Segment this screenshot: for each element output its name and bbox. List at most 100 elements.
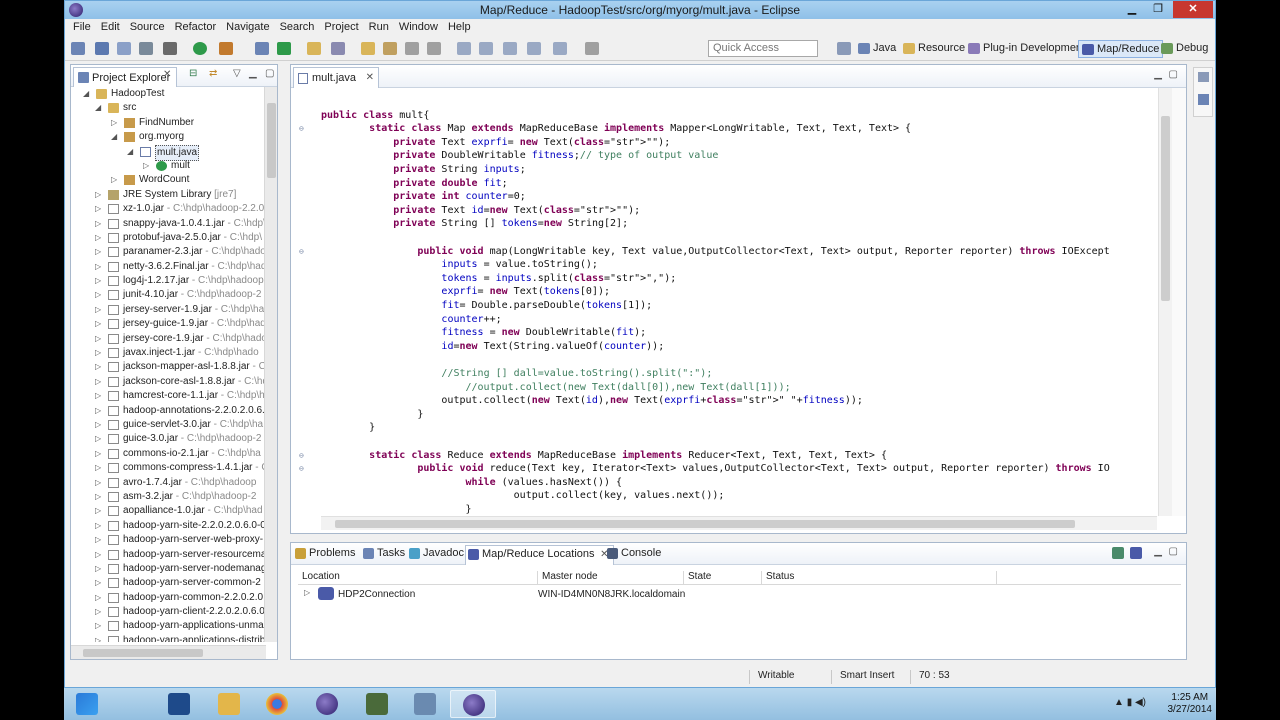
print-icon[interactable] [139, 42, 153, 55]
twisty-icon[interactable]: ▷ [95, 202, 101, 216]
minimize-view-icon[interactable]: ▁ [1154, 69, 1162, 80]
tree-item[interactable]: ▷ hadoop-annotations-2.2.0.2.0.6.0 [71, 404, 266, 418]
fold-toggle-icon[interactable]: ⊖ [299, 247, 307, 256]
tree-item[interactable]: ▷ jersey-guice-1.9.jar - C:\hdp\had [71, 317, 266, 331]
twisty-icon[interactable]: ▷ [95, 447, 101, 461]
debug-icon[interactable] [163, 42, 177, 55]
restore-icon[interactable] [1198, 72, 1209, 82]
menu-window[interactable]: Window [394, 19, 443, 37]
tree-item[interactable]: ◢ src [71, 101, 266, 115]
menu-run[interactable]: Run [364, 19, 394, 37]
twisty-icon[interactable]: ▷ [95, 432, 101, 446]
editor-horizontal-scrollbar[interactable] [321, 516, 1157, 530]
menu-file[interactable]: File [68, 19, 96, 37]
perspective-mapreduce[interactable]: Map/Reduce [1078, 40, 1164, 58]
tree-item[interactable]: ▷ hadoop-yarn-server-common-2 [71, 576, 266, 590]
quick-access-input[interactable]: Quick Access [708, 40, 818, 57]
tree-item[interactable]: ◢ mult.java [71, 144, 266, 161]
taskbar-notepad[interactable] [402, 690, 448, 718]
menu-search[interactable]: Search [275, 19, 320, 37]
tree-item[interactable]: ▷jackson-mapper-asl-1.8.8.jar - C:\ [71, 360, 266, 374]
twisty-icon[interactable]: ▷ [95, 245, 101, 259]
maximize-view-icon[interactable]: ▢ [1169, 69, 1178, 80]
new-class-icon[interactable] [277, 42, 291, 55]
collapse-all-icon[interactable]: ⊟ [189, 68, 197, 79]
save-icon[interactable] [95, 42, 109, 55]
twisty-icon[interactable]: ▷ [95, 375, 101, 389]
taskbar-app[interactable] [354, 690, 400, 718]
new-icon[interactable] [71, 42, 85, 55]
tree-item[interactable]: ▷ hadoop-yarn-server-web-proxy- [71, 533, 266, 547]
menu-source[interactable]: Source [125, 19, 170, 37]
tab-problems[interactable]: Problems [293, 547, 355, 559]
twisty-icon[interactable]: ▷ [95, 533, 101, 547]
tab-mapreduce-locations[interactable]: Map/Reduce Locations ✕ [465, 545, 614, 565]
taskbar-eclipse[interactable] [304, 690, 350, 718]
taskbar-chrome[interactable] [254, 690, 300, 718]
column-state[interactable]: State [684, 571, 762, 585]
start-button[interactable] [64, 690, 110, 718]
taskbar-explorer[interactable] [206, 690, 252, 718]
taskbar-powershell[interactable] [156, 690, 202, 718]
twisty-icon[interactable]: ▷ [95, 461, 101, 475]
scroll-thumb[interactable] [267, 103, 276, 178]
perspective-plugin-development[interactable]: Plug-in Development [965, 40, 1088, 58]
tree-item[interactable]: ▷ JRE System Library [jre7] [71, 188, 266, 202]
twisty-icon[interactable]: ◢ [95, 101, 101, 115]
open-perspective-icon[interactable] [837, 42, 851, 55]
twisty-icon[interactable]: ▷ [95, 188, 101, 202]
link-editor-icon[interactable]: ⇄ [209, 68, 217, 79]
twisty-icon[interactable]: ▷ [95, 490, 101, 504]
twisty-icon[interactable]: ▷ [95, 519, 101, 533]
minimize-view-icon[interactable]: ▁ [249, 68, 257, 79]
code-area[interactable]: public class mult{⊖ static class Map ext… [291, 88, 1157, 516]
maximize-button[interactable]: ❐ [1145, 1, 1171, 18]
search-icon[interactable] [331, 42, 345, 55]
fold-toggle-icon[interactable]: ⊖ [299, 451, 307, 460]
tree-item[interactable]: ▷ hadoop-yarn-site-2.2.0.2.0.6.0-00 [71, 519, 266, 533]
menu-help[interactable]: Help [443, 19, 476, 37]
tree-item[interactable]: ▷ log4j-1.2.17.jar - C:\hdp\hadoop [71, 274, 266, 288]
twisty-icon[interactable]: ▷ [95, 288, 101, 302]
explorer-vertical-scrollbar[interactable] [264, 87, 277, 642]
tree-item[interactable]: ◢ org.myorg [71, 130, 266, 144]
edit-icon[interactable] [383, 42, 397, 55]
minimize-view-icon[interactable]: ▁ [1154, 546, 1162, 557]
tree-item[interactable]: ▷ guice-servlet-3.0.jar - C:\hdp\ha [71, 418, 266, 432]
tree-item[interactable]: ▷ paranamer-2.3.jar - C:\hdp\hadoo [71, 245, 266, 259]
tree-item[interactable]: ▷ jackson-core-asl-1.8.8.jar - C:\hd [71, 375, 266, 389]
column-location[interactable]: Location [298, 571, 538, 585]
tab-console[interactable]: Console [605, 547, 661, 559]
twisty-icon[interactable]: ◢ [111, 130, 117, 144]
view-menu-icon[interactable]: ▽ [233, 68, 241, 79]
expand-icon[interactable]: ▷ [304, 588, 310, 597]
title-bar[interactable]: Map/Reduce - HadoopTest/src/org/myorg/mu… [65, 1, 1215, 19]
twisty-icon[interactable]: ▷ [95, 404, 101, 418]
tab-project-explorer[interactable]: Project Explorer [73, 67, 178, 87]
perspective-java[interactable]: Java [855, 40, 899, 58]
new-java-project-icon[interactable] [255, 42, 269, 55]
tree-item[interactable]: ▷ javax.inject-1.jar - C:\hdp\hado [71, 346, 266, 360]
system-tray[interactable]: ▲ ▮ ◀) [1114, 697, 1146, 708]
save-all-icon[interactable] [117, 42, 131, 55]
fold-toggle-icon[interactable]: ⊖ [299, 125, 307, 133]
back-icon[interactable] [503, 42, 517, 55]
twisty-icon[interactable]: ▷ [111, 116, 117, 130]
menu-project[interactable]: Project [319, 19, 363, 37]
tree-item[interactable]: ▷commons-compress-1.4.1.jar - C [71, 461, 266, 475]
twisty-icon[interactable]: ▷ [95, 576, 101, 590]
tree-item[interactable]: ▷ avro-1.7.4.jar - C:\hdp\hadoop [71, 476, 266, 490]
twisty-icon[interactable]: ▷ [111, 173, 117, 187]
prev-annotation-icon[interactable] [479, 42, 493, 55]
run-icon[interactable] [193, 42, 207, 55]
tab-mult-java[interactable]: mult.java ✕ [293, 67, 380, 88]
table-row[interactable]: ▷ HDP2Connection WIN-ID4MN0N8JRK.localdo… [298, 585, 1181, 603]
minimize-button[interactable]: ▁ [1119, 1, 1145, 18]
twisty-icon[interactable]: ▷ [95, 260, 101, 274]
tree-item[interactable]: ◢ HadoopTest [71, 87, 266, 101]
tree-item[interactable]: ▷ aopalliance-1.0.jar - C:\hdp\had [71, 504, 266, 518]
twisty-icon[interactable]: ▷ [95, 231, 101, 245]
twisty-icon[interactable]: ▷ [95, 504, 101, 518]
show-whitespace-icon[interactable] [405, 42, 419, 55]
twisty-icon[interactable]: ▷ [143, 159, 149, 173]
